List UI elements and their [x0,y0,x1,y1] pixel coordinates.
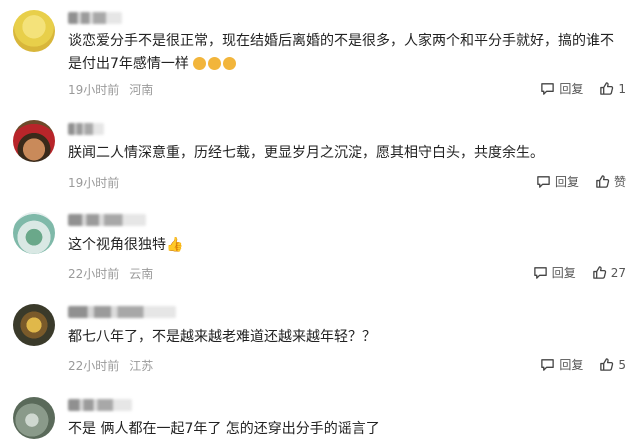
username[interactable] [68,399,132,411]
comment-time: 22小时前 [68,359,120,373]
avatar[interactable] [13,304,55,346]
comment-meta: 22小时前 云南 [68,265,153,282]
comment-text: 这个视角很独特👍 [68,234,624,257]
like-button[interactable]: 27 [592,265,626,280]
comment-meta: 19小时前 [68,174,119,191]
comment-time: 19小时前 [68,83,120,97]
reply-label: 回复 [554,175,579,189]
reply-icon [541,359,555,371]
like-count: 5 [618,357,626,372]
comment-meta: 19小时前 河南 [68,81,153,98]
reply-icon [541,83,555,95]
comment-meta: 22小时前 江苏 [68,357,153,374]
comment-actions: 回复 1 [540,80,626,97]
avatar[interactable] [13,10,55,52]
thumbs-up-icon [600,358,614,371]
comment-location: 江苏 [129,359,154,373]
username[interactable] [68,12,122,24]
like-count: 27 [610,265,626,280]
like-count: 赞 [613,175,626,189]
avatar[interactable] [13,397,55,439]
reply-icon [533,267,547,279]
reply-button[interactable]: 回复 [540,356,583,373]
username[interactable] [68,123,104,135]
avatar[interactable] [13,212,55,254]
like-count: 1 [618,81,626,96]
comment-actions: 回复 5 [540,356,626,373]
emoji-icon [193,57,207,70]
like-button[interactable]: 赞 [595,173,626,190]
comment-location: 河南 [129,83,154,97]
emoji-icon [223,57,237,70]
comment-text: 朕闻二人情深意重，历经七载，更显岁月之沉淀，愿其相守白头，共度余生。 [68,142,624,165]
comment-actions: 回复 赞 [536,173,626,190]
reply-label: 回复 [559,358,584,372]
comment-time: 19小时前 [68,176,120,190]
username[interactable] [68,214,146,226]
reply-button[interactable]: 回复 [540,80,583,97]
like-button[interactable]: 1 [599,81,626,96]
reply-button[interactable]: 回复 [536,173,579,190]
thumbs-up-icon [600,82,614,95]
reply-label: 回复 [551,266,576,280]
emoji-icon [208,57,222,70]
username[interactable] [68,306,176,318]
comment-actions: 回复 27 [533,264,626,281]
comment-location: 云南 [129,267,154,281]
reply-icon [537,176,550,188]
thumbs-up-icon [592,266,606,279]
avatar[interactable] [13,120,55,162]
comment-text-body: 这个视角很独特 [68,237,166,253]
comment-text-body: 不是 俩人都在一起7年了 怎的还穿出分手的谣言了 [68,421,380,437]
reply-label: 回复 [559,82,584,96]
thumbs-up-emoji-icon: 👍 [166,237,184,253]
comment-text-body: 都七八年了，不是越来越老难道还越来越年轻？？ [68,329,376,345]
comment-text-body: 谈恋爱分手不是很正常，现在结婚后离婚的不是很多，人家两个和平分手就好，搞的谁不是… [68,33,614,72]
comment-text: 不是 俩人都在一起7年了 怎的还穿出分手的谣言了 [68,418,624,441]
reply-button[interactable]: 回复 [533,264,576,281]
comment-text-body: 朕闻二人情深意重，历经七载，更显岁月之沉淀，愿其相守白头，共度余生。 [68,145,544,161]
comment-text: 都七八年了，不是越来越老难道还越来越年轻？？ [68,326,624,349]
like-button[interactable]: 5 [599,357,626,372]
thumbs-up-icon [596,175,610,188]
comment-text: 谈恋爱分手不是很正常，现在结婚后离婚的不是很多，人家两个和平分手就好，搞的谁不是… [68,30,624,76]
comment-time: 22小时前 [68,267,120,281]
